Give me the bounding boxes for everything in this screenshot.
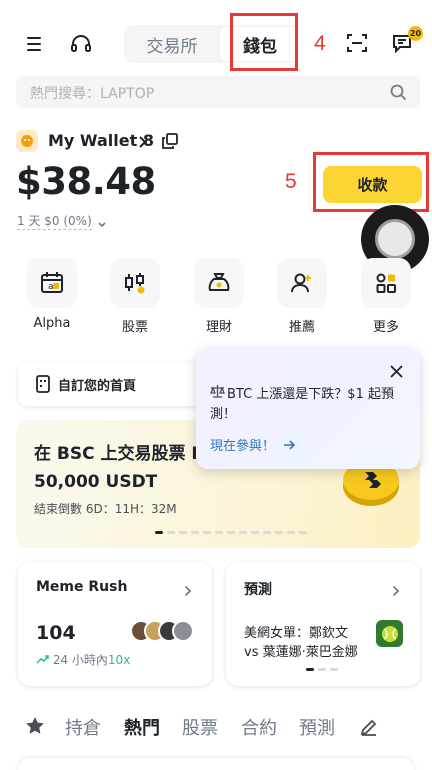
close-icon[interactable] [390, 363, 403, 382]
annotation-label-4: 4 [314, 32, 326, 55]
trend-up-icon [36, 653, 53, 667]
popup-message: BTC 上漲還是下跌？$1 起預測！ [210, 387, 394, 422]
chevron-right-icon[interactable] [184, 582, 192, 601]
wallet-avatar-icon [16, 130, 38, 152]
meme-rush-sub-value: 10x [107, 653, 131, 667]
annotation-label-5: 5 [285, 170, 297, 193]
scale-icon [210, 384, 227, 405]
pnl-value: $0 (0%) [44, 214, 92, 228]
pnl-summary[interactable]: 1 天 $0 (0%) [17, 212, 92, 230]
prediction-page-dots [306, 668, 338, 671]
prediction-line-1: 美網女單：鄭欽文 [244, 626, 349, 641]
customize-home-icon [36, 375, 50, 397]
tab-predictions[interactable]: 預測 [299, 714, 335, 740]
scan-icon[interactable] [344, 30, 370, 56]
meme-rush-count: 104 [36, 622, 76, 644]
assistive-touch-inner [375, 219, 415, 259]
tennis-ball-icon [376, 620, 403, 647]
notification-badge: 20 [408, 26, 423, 41]
more-grid-icon[interactable] [361, 258, 411, 308]
alpha-calendar-icon[interactable]: a [27, 258, 77, 308]
chevron-right-icon[interactable] [392, 582, 400, 601]
prediction-title: 預測 [244, 582, 272, 598]
chevron-right-icon[interactable] [138, 134, 148, 153]
prediction-popup[interactable]: BTC 上漲還是下跌？$1 起預測！ 現在參與！ [196, 348, 420, 469]
tab-hot[interactable]: 熱門 [124, 714, 160, 740]
pnl-period: 1 天 [17, 214, 41, 228]
meme-rush-sub: 24 小時內10x [36, 651, 130, 668]
tab-holdings[interactable]: 持倉 [65, 714, 101, 740]
annotation-box-receive-button [313, 152, 429, 212]
quick-action-label-more: 更多 [372, 320, 399, 335]
referral-icon[interactable] [277, 258, 327, 308]
quick-action-label-referral: 推薦 [288, 320, 315, 335]
menu-icon[interactable] [24, 32, 48, 56]
tab-futures[interactable]: 合約 [241, 714, 277, 740]
list-card [18, 758, 414, 770]
quick-action-label-finance: 理財 [205, 320, 232, 335]
meme-coin-avatars [130, 620, 196, 646]
meme-rush-title: Meme Rush [36, 579, 128, 595]
wallet-balance: $38.48 [16, 160, 156, 203]
tab-exchange[interactable]: 交易所 [124, 25, 220, 63]
popup-join-label: 現在參與！ [210, 439, 276, 454]
meme-rush-sub-prefix: 24 小時內 [52, 653, 108, 667]
asset-tabs: 持倉 熱門 股票 合約 預測 [0, 712, 432, 744]
prediction-line-2: vs 葉蓮娜·萊巴金娜 [244, 645, 358, 660]
tab-stocks[interactable]: 股票 [182, 714, 218, 740]
svg-text:a: a [48, 282, 54, 292]
edit-icon[interactable] [359, 717, 379, 741]
search-placeholder: 熱門搜尋：LAPTOP [30, 86, 155, 102]
banner-countdown: 結束倒數 6D：11H：32M [34, 502, 177, 516]
search-icon [390, 84, 407, 105]
prediction-card[interactable]: 預測 美網女單：鄭欽文 vs 葉蓮娜·萊巴金娜 [226, 562, 420, 686]
annotation-box-wallet-tab [230, 13, 298, 71]
quick-action-label-stocks: 股票 [121, 320, 148, 335]
popup-join-link[interactable]: 現在參與！ [210, 435, 296, 454]
stocks-icon[interactable] [110, 258, 160, 308]
headset-support-icon[interactable] [68, 31, 94, 57]
quick-action-label-alpha: Alpha [33, 316, 71, 331]
finance-bag-icon[interactable] [194, 258, 244, 308]
customize-home-label: 自訂您的首頁 [58, 379, 137, 394]
meme-rush-card[interactable]: Meme Rush 104 24 小時內10x [18, 562, 212, 686]
popup-text: BTC 上漲還是下跌？$1 起預測！ [210, 384, 406, 425]
arrow-right-icon [283, 439, 296, 454]
copy-icon[interactable] [162, 133, 178, 153]
star-icon[interactable] [25, 716, 45, 739]
carousel-dots [155, 531, 307, 535]
search-bar[interactable]: 熱門搜尋：LAPTOP [16, 76, 420, 108]
chevron-down-icon[interactable] [97, 214, 107, 233]
